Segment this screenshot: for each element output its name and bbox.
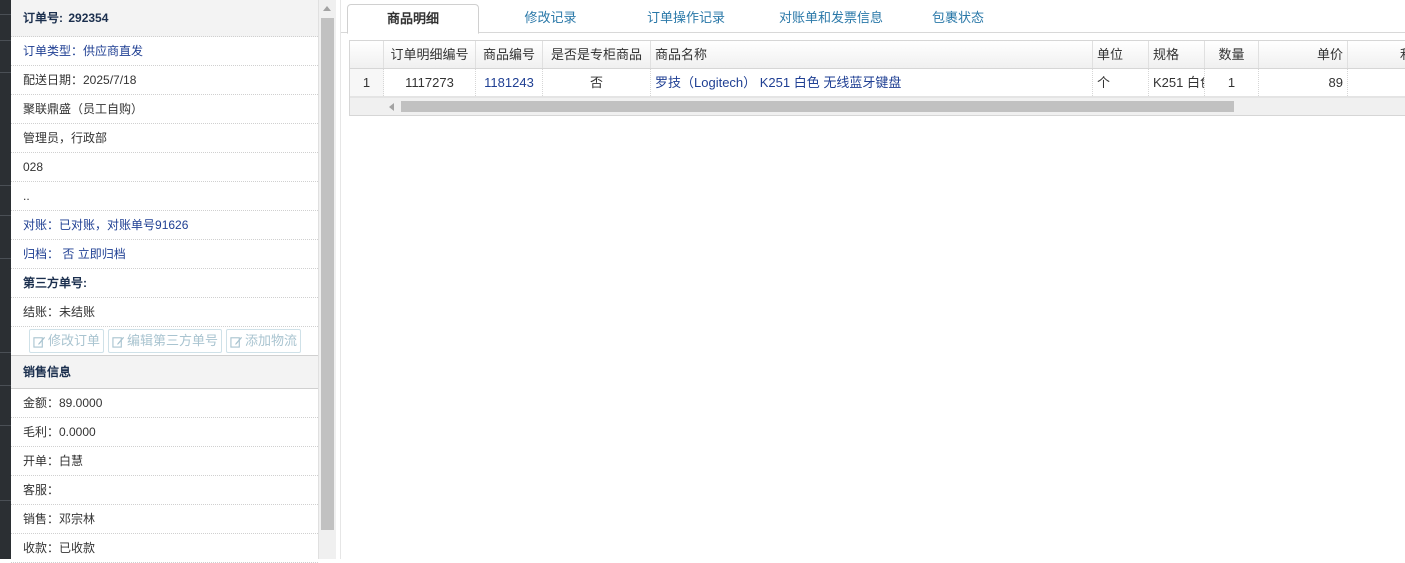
scroll-up-icon[interactable] <box>323 6 331 11</box>
column-header-detail-no[interactable]: 订单明细编号 <box>384 41 476 68</box>
window-edge-strip <box>0 0 11 559</box>
amount-row: 金额：89.0000 <box>11 389 318 418</box>
tab-invoice-info[interactable]: 对账单和发票信息 <box>756 4 906 32</box>
scrollbar-thumb[interactable] <box>321 18 334 530</box>
cell-extra <box>1348 69 1405 96</box>
column-header-index <box>350 41 384 68</box>
column-header-quantity[interactable]: 数量 <box>1205 41 1259 68</box>
code-row: 028 <box>11 153 318 182</box>
row-index: 1 <box>350 69 384 96</box>
archive-label: 归档： <box>23 247 60 261</box>
delivery-date-row: 配送日期：2025/7/18 <box>11 66 318 95</box>
cell-unit: 个 <box>1093 69 1149 96</box>
third-party-number-row: 第三方单号: <box>11 269 318 298</box>
detail-tabs: 商品明细 修改记录 订单操作记录 对账单和发票信息 包裹状态 <box>341 0 1405 34</box>
edit-icon <box>33 336 46 348</box>
add-logistics-button[interactable]: 添加物流 <box>226 329 302 353</box>
sales-info-title: 销售信息 <box>11 356 318 389</box>
edit-third-party-label: 编辑第三方单号 <box>127 333 219 348</box>
contact-row: 管理员，行政部 <box>11 124 318 153</box>
table-row[interactable]: 1 1117273 1181243 否 罗技（Logitech） K251 白色… <box>350 69 1405 97</box>
settlement-row: 结账：未结账 <box>11 298 318 327</box>
column-header-product-name[interactable]: 商品名称 <box>651 41 1093 68</box>
reconcile-row: 对账：已对账，对账单号91626 <box>11 211 318 240</box>
order-actions: 修改订单 编辑第三方单号 添加物流 <box>11 327 318 356</box>
cell-quantity: 1 <box>1205 69 1259 96</box>
cell-spec: K251 白色 <box>1149 69 1205 96</box>
customer-row: 聚联鼎盛（员工自购） <box>11 95 318 124</box>
grid-header: 订单明细编号 商品编号 是否是专柜商品 商品名称 单位 规格 数量 单价 利 <box>350 41 1405 69</box>
address-row: .. <box>11 182 318 211</box>
cell-detail-no: 1117273 <box>384 69 476 96</box>
column-header-unit[interactable]: 单位 <box>1093 41 1149 68</box>
service-row: 客服： <box>11 476 318 505</box>
column-header-extra[interactable]: 利 <box>1348 41 1405 68</box>
detail-panel: 商品明细 修改记录 订单操作记录 对账单和发票信息 包裹状态 订单明细编号 商品… <box>340 0 1405 559</box>
scroll-left-icon[interactable] <box>389 103 394 111</box>
order-info-panel: 订单号: 292354 订单类型：供应商直发 配送日期：2025/7/18 聚联… <box>11 0 319 563</box>
order-type-row: 订单类型：供应商直发 <box>11 37 318 66</box>
column-header-product-no[interactable]: 商品编号 <box>476 41 543 68</box>
tab-package-status[interactable]: 包裹状态 <box>913 4 1003 32</box>
tab-operation-log[interactable]: 订单操作记录 <box>626 4 746 32</box>
column-header-price[interactable]: 单价 <box>1259 41 1348 68</box>
order-number-value: 292354 <box>68 11 109 25</box>
tab-change-log[interactable]: 修改记录 <box>493 4 608 32</box>
reconcile-label: 对账： <box>23 218 60 232</box>
cell-price: 89 <box>1259 69 1348 96</box>
cell-counter: 否 <box>543 69 651 96</box>
left-panel-scrollbar[interactable] <box>318 0 336 559</box>
edit-icon <box>112 336 125 348</box>
column-header-spec[interactable]: 规格 <box>1149 41 1205 68</box>
edit-third-party-button[interactable]: 编辑第三方单号 <box>108 329 223 353</box>
scrollbar-thumb[interactable] <box>401 101 1234 112</box>
order-number-label: 订单号: <box>23 11 63 25</box>
cell-product-name[interactable]: 罗技（Logitech） K251 白色 无线蓝牙键盘 <box>651 69 1093 96</box>
tab-product-details[interactable]: 商品明细 <box>347 4 479 34</box>
order-number-row: 订单号: 292354 <box>11 0 318 37</box>
issuer-row: 开单：白慧 <box>11 447 318 476</box>
product-grid: 订单明细编号 商品编号 是否是专柜商品 商品名称 单位 规格 数量 单价 利 1… <box>349 40 1405 116</box>
archive-now-link[interactable]: 立即归档 <box>78 247 126 261</box>
cell-product-no[interactable]: 1181243 <box>476 69 543 96</box>
grid-horizontal-scrollbar[interactable] <box>350 97 1405 115</box>
archive-row: 归档： 否 立即归档 <box>11 240 318 269</box>
column-header-counter[interactable]: 是否是专柜商品 <box>543 41 651 68</box>
edit-icon <box>230 336 243 348</box>
archive-value: 否 <box>62 247 75 261</box>
reconcile-value: 已对账，对账单号91626 <box>59 218 189 232</box>
edit-order-button[interactable]: 修改订单 <box>29 329 105 353</box>
sales-row: 销售：邓宗林 <box>11 505 318 534</box>
edit-order-label: 修改订单 <box>48 333 101 348</box>
add-logistics-label: 添加物流 <box>245 333 298 348</box>
gross-profit-row: 毛利：0.0000 <box>11 418 318 447</box>
